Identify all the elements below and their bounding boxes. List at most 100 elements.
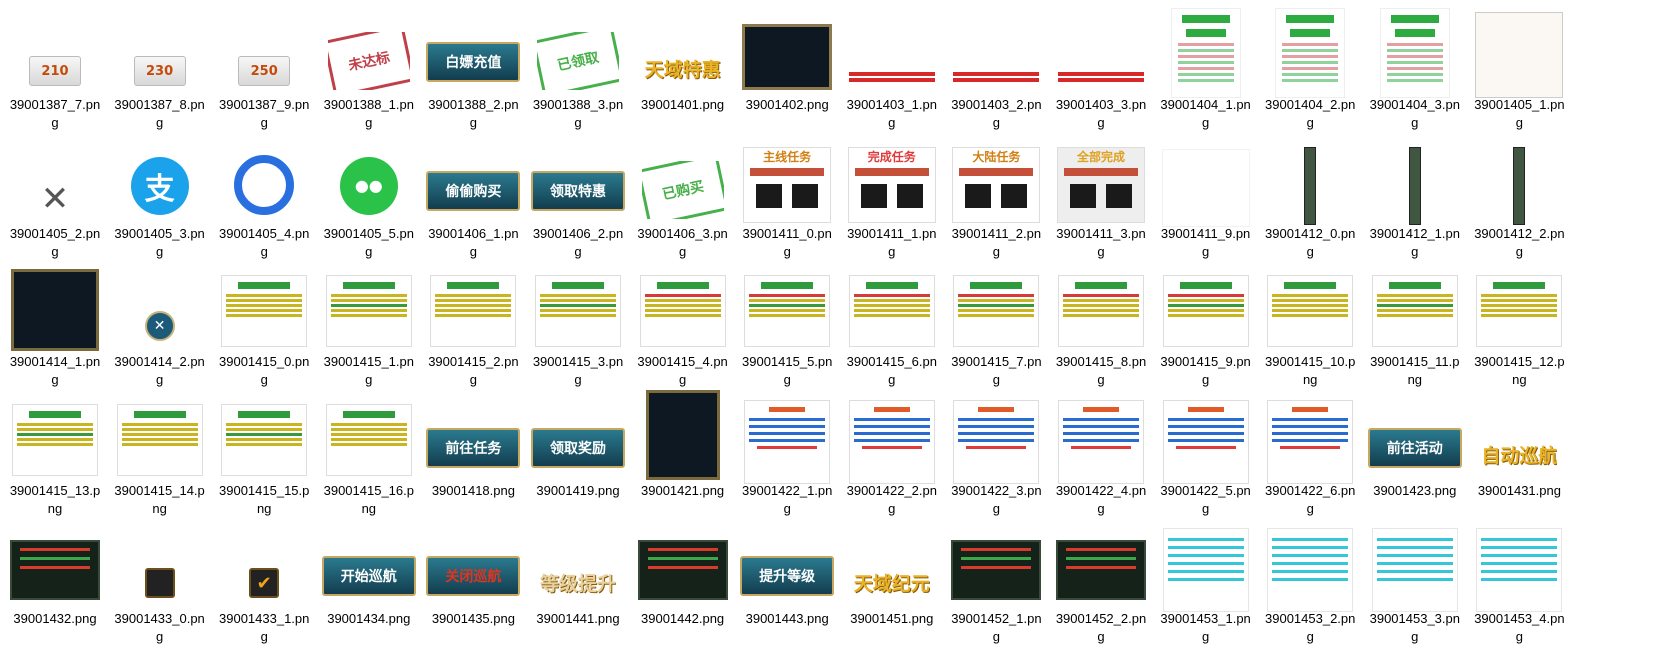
file-thumbnail [1151, 0, 1261, 98]
file-item[interactable]: 39001415_6.pn g [837, 257, 947, 387]
file-item[interactable]: 39001403_1.pn g [837, 0, 947, 130]
file-item[interactable]: 前往任务 39001418.png [418, 386, 528, 514]
file-item[interactable]: 39001422_5.pn g [1151, 386, 1261, 516]
file-name-line: 39001453_3.pn [1369, 611, 1460, 626]
file-item[interactable]: 39001453_2.pn g [1255, 514, 1365, 644]
claimed-stamp: 已购买 [641, 160, 724, 219]
file-item[interactable]: 39001421.png [628, 386, 738, 514]
file-item[interactable]: 39001452_1.pn g [941, 514, 1051, 644]
file-item[interactable]: 39001402.png [732, 0, 842, 128]
file-item[interactable]: ✔ 39001433_1.pn g [209, 514, 319, 644]
thumbnail-image: 关闭巡航 [426, 556, 521, 596]
file-item[interactable]: 39001403_2.pn g [941, 0, 1051, 130]
file-item[interactable]: 39001432.png [0, 514, 110, 642]
blank-image [1161, 148, 1250, 227]
file-item[interactable]: 39001415_8.pn g [1046, 257, 1156, 387]
file-item[interactable]: 39001405_1.pn g [1464, 0, 1574, 130]
file-item[interactable]: 39001453_3.pn g [1360, 514, 1470, 644]
file-item[interactable]: 白嫖充值 39001388_2.pn g [418, 0, 528, 130]
file-item[interactable]: 39001415_5.pn g [732, 257, 842, 387]
file-item[interactable]: 39001422_4.pn g [1046, 386, 1156, 516]
file-item[interactable]: 39001415_14.p ng [105, 386, 215, 516]
file-item[interactable]: 前往活动 39001423.png [1360, 386, 1470, 514]
file-item[interactable]: 提升等级 39001443.png [732, 514, 842, 642]
file-item[interactable]: 39001415_13.p ng [0, 386, 110, 516]
file-item[interactable]: 250 39001387_9.pn g [209, 0, 319, 130]
cyan-text-card [1162, 528, 1249, 612]
file-item[interactable]: ✕ 39001405_2.pn g [0, 129, 110, 259]
file-item[interactable]: 领取奖励 39001419.png [523, 386, 633, 514]
file-item[interactable]: 39001422_1.pn g [732, 386, 842, 516]
file-item[interactable]: 天域纪元 39001451.png [837, 514, 947, 642]
file-item[interactable]: ✕ 39001414_2.pn g [105, 257, 215, 387]
file-item[interactable]: 39001442.png [628, 514, 738, 642]
file-item[interactable]: 等级提升 39001441.png [523, 514, 633, 642]
file-item[interactable]: 39001415_3.pn g [523, 257, 633, 387]
file-item[interactable]: 39001412_1.pn g [1360, 129, 1470, 259]
file-name-line: 39001411_1.pn [847, 225, 937, 241]
file-item[interactable]: 自动巡航 39001431.png [1464, 386, 1574, 514]
file-item[interactable]: 39001415_2.pn g [418, 257, 528, 387]
file-item[interactable]: 未达标 39001388_1.pn g [314, 0, 424, 130]
file-item[interactable]: 全部完成 39001411_3.pn g [1046, 129, 1156, 259]
file-item[interactable]: 39001405_4.pn g [209, 129, 319, 259]
file-name-line: 39001453_4.pn [1474, 611, 1565, 626]
file-item[interactable]: 39001433_0.pn g [105, 514, 215, 644]
file-item[interactable]: 关闭巡航 39001435.png [418, 514, 528, 642]
file-item[interactable]: 支 39001405_3.pn g [105, 129, 215, 259]
file-item[interactable]: 39001412_2.pn g [1464, 129, 1574, 259]
file-item[interactable]: 偷偷购买 39001406_1.pn g [418, 129, 528, 259]
file-item[interactable]: 39001415_16.p ng [314, 386, 424, 516]
file-item[interactable]: 39001415_4.pn g [628, 257, 738, 387]
file-item[interactable]: 完成任务 39001411_1.pn g [837, 129, 947, 259]
file-item[interactable]: 39001422_6.pn g [1255, 386, 1365, 516]
thumbnail-image: 自动巡航 [1481, 441, 1557, 468]
file-item[interactable]: 39001415_0.pn g [209, 257, 319, 387]
file-item[interactable]: 大陆任务 39001411_2.pn g [941, 129, 1051, 259]
file-item[interactable]: 39001415_10.p ng [1255, 257, 1365, 387]
file-item[interactable]: 39001453_1.pn g [1151, 514, 1261, 644]
file-name-line: 39001415_8.pn [1055, 354, 1147, 369]
file-name-line: 39001452_2.pn [1055, 611, 1147, 626]
file-item[interactable]: 39001415_12.p ng [1464, 257, 1574, 387]
file-item[interactable]: 已领取 39001388_3.pn g [523, 0, 633, 130]
file-item[interactable]: 230 39001387_8.pn g [105, 0, 215, 130]
activity-card [1162, 399, 1249, 484]
file-thumbnail [1151, 386, 1261, 484]
file-item[interactable]: 天域特惠 39001401.png [628, 0, 738, 128]
file-item[interactable]: 开始巡航 39001434.png [314, 514, 424, 642]
file-name-label: 39001411_3.pn g [1046, 225, 1156, 261]
file-item[interactable]: 39001414_1.pn g [0, 257, 110, 387]
file-item[interactable]: 领取特惠 39001406_2.pn g [523, 129, 633, 259]
file-item[interactable]: 39001404_2.pn g [1255, 0, 1365, 130]
file-item[interactable]: 39001452_2.pn g [1046, 514, 1156, 644]
file-name-label: 39001403_1.pn g [837, 96, 947, 132]
thumbnail-image [1476, 528, 1563, 612]
file-name-line: 39001419.png [536, 482, 620, 498]
file-item[interactable]: 已购买 39001406_3.pn g [628, 129, 738, 259]
file-thumbnail: 已购买 [628, 129, 738, 227]
file-item[interactable]: 39001422_3.pn g [941, 386, 1051, 516]
file-thumbnail [628, 386, 738, 484]
file-item[interactable]: 39001403_3.pn g [1046, 0, 1156, 130]
thumbnail-image [953, 399, 1040, 484]
file-item[interactable]: 39001411_9.pn g [1151, 129, 1261, 259]
file-name-label: 39001453_2.pn g [1255, 610, 1365, 646]
file-item[interactable]: 39001415_11.p ng [1360, 257, 1470, 387]
file-item[interactable]: 39001415_9.pn g [1151, 257, 1261, 387]
activity-card [1267, 399, 1354, 484]
file-item[interactable]: 39001422_2.pn g [837, 386, 947, 516]
file-item[interactable]: 39001415_15.p ng [209, 386, 319, 516]
file-item[interactable]: ●● 39001405_5.pn g [314, 129, 424, 259]
file-item[interactable]: 210 39001387_7.pn g [0, 0, 110, 130]
file-item[interactable]: 39001404_3.pn g [1360, 0, 1470, 130]
file-item[interactable]: 39001412_0.pn g [1255, 129, 1365, 259]
file-item[interactable]: 39001453_4.pn g [1464, 514, 1574, 644]
file-item[interactable]: 39001415_7.pn g [941, 257, 1051, 387]
file-item[interactable]: 主线任务 39001411_0.pn g [732, 129, 842, 259]
file-name-line: 39001404_3.pn [1369, 97, 1460, 112]
file-item[interactable]: 39001404_1.pn g [1151, 0, 1261, 130]
thumbnail-image [950, 66, 1042, 88]
file-item[interactable]: 39001415_1.pn g [314, 257, 424, 387]
thumbnail-image: 前往任务 [426, 427, 521, 468]
